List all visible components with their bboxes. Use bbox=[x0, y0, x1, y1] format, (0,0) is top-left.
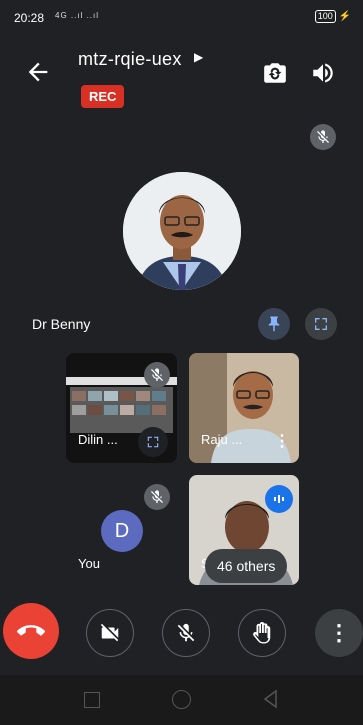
home-icon[interactable] bbox=[172, 690, 191, 709]
camera-off-button[interactable] bbox=[86, 609, 134, 657]
raise-hand-button[interactable] bbox=[238, 609, 286, 657]
pin-icon[interactable] bbox=[258, 308, 290, 340]
others-pill[interactable]: 46 others bbox=[205, 549, 288, 583]
tile-name-dilin: Dilin ... bbox=[78, 432, 118, 447]
tile-fullscreen-icon[interactable] bbox=[138, 427, 168, 457]
mic-off-button[interactable] bbox=[162, 609, 210, 657]
participant-tile-dilin[interactable]: Dilin ... bbox=[66, 353, 177, 463]
tile-name-raju: Raju ... bbox=[201, 432, 243, 447]
speaking-indicator-icon bbox=[265, 485, 293, 513]
more-vert-icon: ⋮ bbox=[328, 620, 350, 645]
mic-off-icon bbox=[310, 124, 336, 150]
participant-tile-raju[interactable]: Raju ... ⋮ bbox=[189, 353, 299, 463]
battery-indicator: 100 ⚡ bbox=[314, 10, 351, 23]
switch-camera-icon[interactable] bbox=[262, 60, 288, 86]
back-arrow-icon[interactable] bbox=[24, 58, 52, 86]
speaker-icon[interactable] bbox=[310, 60, 336, 86]
rec-badge: REC bbox=[81, 85, 125, 108]
you-avatar: D bbox=[101, 510, 143, 552]
charging-icon: ⚡ bbox=[338, 11, 351, 22]
tile-name-you: You bbox=[78, 556, 100, 571]
meeting-code[interactable]: mtz-rqie-uex bbox=[78, 49, 182, 70]
end-call-button[interactable] bbox=[3, 603, 59, 659]
back-nav-icon[interactable] bbox=[262, 689, 278, 714]
system-nav-bar bbox=[0, 675, 363, 725]
speaker-avatar bbox=[123, 172, 241, 290]
tile-more-icon[interactable]: ⋮ bbox=[274, 431, 290, 451]
fullscreen-icon[interactable] bbox=[305, 308, 337, 340]
tile-mic-off-icon bbox=[144, 484, 170, 510]
battery-level: 100 bbox=[314, 10, 336, 23]
caret-right-icon[interactable]: ▶ bbox=[194, 50, 203, 64]
main-speaker-name: Dr Benny bbox=[32, 316, 91, 332]
tile-mic-off-icon bbox=[144, 362, 170, 388]
recent-apps-icon[interactable] bbox=[84, 692, 100, 708]
status-time: 20:28 bbox=[14, 11, 45, 25]
more-options-button[interactable]: ⋮ bbox=[315, 609, 363, 657]
signal-icons: 4G ..ıl ..ıl bbox=[55, 11, 100, 20]
status-bar: 20:28 4G ..ıl ..ıl 100 ⚡ bbox=[0, 0, 363, 36]
